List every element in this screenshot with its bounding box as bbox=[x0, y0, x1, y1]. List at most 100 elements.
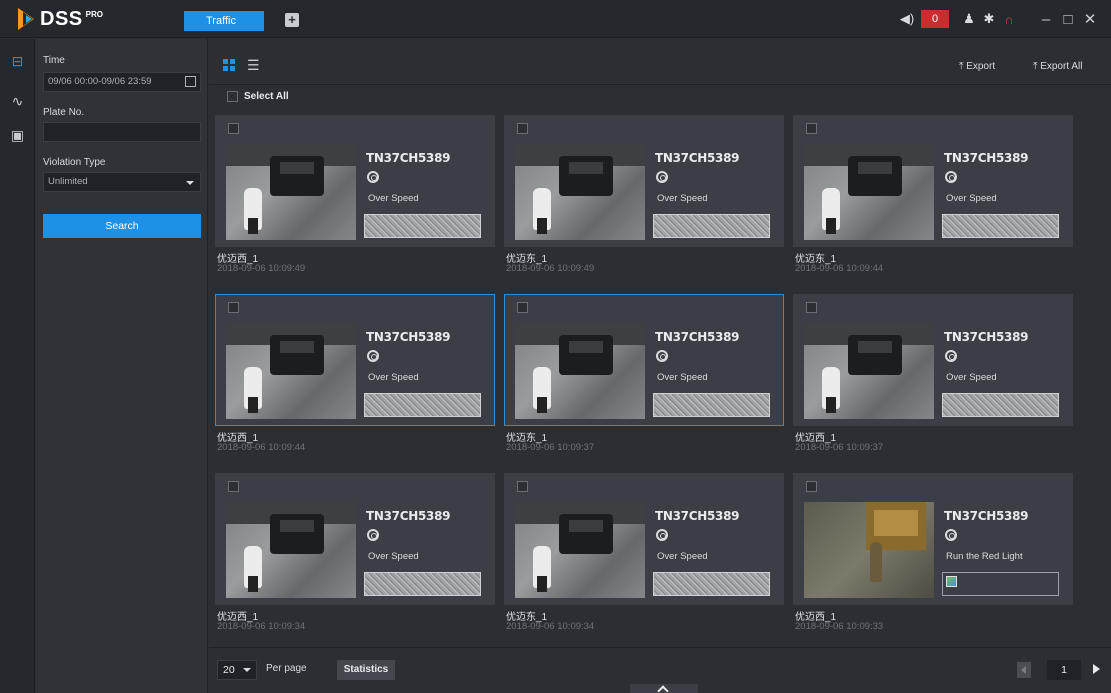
select-all-checkbox[interactable] bbox=[227, 91, 238, 102]
plate-image bbox=[364, 572, 481, 596]
capture-time: 2018-09-06 10:09:33 bbox=[795, 621, 884, 632]
record-card[interactable]: TN37CH5389 Over Speed bbox=[793, 294, 1073, 426]
per-page-value: 20 bbox=[223, 664, 235, 676]
left-icon-rail: ⊟ ∿ ▣ bbox=[0, 39, 35, 693]
capture-time: 2018-09-06 10:09:37 bbox=[506, 442, 595, 453]
capture-image[interactable] bbox=[515, 144, 645, 240]
record-checkbox[interactable] bbox=[228, 123, 239, 134]
grid-view-icon[interactable] bbox=[223, 59, 235, 71]
vehicle-record-icon[interactable]: ⊟ bbox=[9, 53, 26, 70]
speaker-icon[interactable]: ◀) bbox=[897, 11, 917, 27]
capture-image[interactable] bbox=[226, 144, 356, 240]
plate-input[interactable] bbox=[43, 122, 201, 142]
user-icon[interactable]: ♟ bbox=[959, 11, 979, 27]
next-page-icon[interactable] bbox=[1093, 664, 1100, 674]
plate-number: TN37CH5389 bbox=[366, 509, 451, 523]
violation-type: Over Speed bbox=[368, 372, 419, 383]
alarm-bell-icon[interactable]: ∩ bbox=[999, 12, 1019, 27]
title-bar-actions: ◀) 0 ♟ ✱ ∩ – □ ✕ bbox=[897, 9, 1101, 29]
violation-type-select[interactable]: Unlimited bbox=[43, 172, 201, 192]
violation-type: Over Speed bbox=[368, 551, 419, 562]
capture-image[interactable] bbox=[804, 323, 934, 419]
settings-icon[interactable]: ✱ bbox=[979, 11, 999, 27]
capture-image[interactable] bbox=[226, 502, 356, 598]
capture-time: 2018-09-06 10:09:34 bbox=[217, 621, 306, 632]
report-icon[interactable]: ▣ bbox=[9, 127, 26, 144]
record-card[interactable]: TN37CH5389 Over Speed bbox=[793, 115, 1073, 247]
plate-number: TN37CH5389 bbox=[366, 151, 451, 165]
minimize-icon[interactable]: – bbox=[1035, 11, 1057, 28]
time-range-input[interactable]: 09/06 00:00-09/06 23:59 bbox=[43, 72, 201, 92]
record-card[interactable]: TN37CH5389 Over Speed bbox=[215, 473, 495, 605]
capture-time: 2018-09-06 10:09:44 bbox=[217, 442, 306, 453]
violation-type: Over Speed bbox=[657, 551, 708, 562]
filter-panel: Time 09/06 00:00-09/06 23:59 Plate No. V… bbox=[36, 39, 208, 693]
plate-number: TN37CH5389 bbox=[944, 509, 1029, 523]
violation-type-value: Unlimited bbox=[48, 176, 88, 187]
per-page-select[interactable]: 20 bbox=[217, 660, 257, 680]
export-icon: ⤒ bbox=[959, 61, 964, 72]
previous-page-icon[interactable] bbox=[1017, 662, 1031, 678]
record-card[interactable]: TN37CH5389 Over Speed bbox=[504, 294, 784, 426]
title-bar: DSS PRO Traffic + ◀) 0 ♟ ✱ ∩ – □ ✕ bbox=[0, 0, 1111, 38]
calendar-icon[interactable] bbox=[185, 76, 196, 87]
plate-number: TN37CH5389 bbox=[944, 151, 1029, 165]
chevron-down-icon bbox=[243, 668, 251, 672]
alarm-count-badge[interactable]: 0 bbox=[921, 10, 949, 28]
violation-icon bbox=[367, 350, 379, 362]
list-view-icon[interactable]: ☰ bbox=[247, 57, 260, 74]
collapse-panel-icon[interactable] bbox=[630, 684, 698, 693]
flow-analysis-icon[interactable]: ∿ bbox=[9, 93, 26, 110]
violation-icon bbox=[367, 171, 379, 183]
plate-image bbox=[653, 393, 770, 417]
plate-image bbox=[942, 393, 1059, 417]
capture-time: 2018-09-06 10:09:49 bbox=[506, 263, 595, 274]
violation-type: Over Speed bbox=[657, 193, 708, 204]
statistics-button[interactable]: Statistics bbox=[337, 660, 395, 680]
broken-image-icon bbox=[946, 576, 957, 587]
plate-image bbox=[942, 572, 1059, 596]
capture-image[interactable] bbox=[515, 323, 645, 419]
record-card[interactable]: TN37CH5389 Over Speed bbox=[215, 294, 495, 426]
record-card[interactable]: TN37CH5389 Run the Red Light bbox=[793, 473, 1073, 605]
maximize-icon[interactable]: □ bbox=[1057, 11, 1079, 28]
violation-icon bbox=[945, 350, 957, 362]
export-label: Export bbox=[966, 61, 996, 72]
record-checkbox[interactable] bbox=[517, 123, 528, 134]
plate-number: TN37CH5389 bbox=[366, 330, 451, 344]
record-checkbox[interactable] bbox=[228, 302, 239, 313]
record-checkbox[interactable] bbox=[806, 123, 817, 134]
violation-icon bbox=[656, 350, 668, 362]
capture-time: 2018-09-06 10:09:49 bbox=[217, 263, 306, 274]
record-checkbox[interactable] bbox=[517, 302, 528, 313]
record-card[interactable]: TN37CH5389 Over Speed bbox=[215, 115, 495, 247]
plate-number: TN37CH5389 bbox=[655, 151, 740, 165]
export-all-button[interactable]: ⤒ Export All bbox=[1033, 61, 1082, 72]
capture-image[interactable] bbox=[226, 323, 356, 419]
record-checkbox[interactable] bbox=[517, 481, 528, 492]
plate-image bbox=[364, 393, 481, 417]
capture-image[interactable] bbox=[804, 502, 934, 598]
add-tab-icon[interactable]: + bbox=[285, 13, 299, 27]
time-range-value: 09/06 00:00-09/06 23:59 bbox=[48, 76, 152, 87]
chevron-down-icon bbox=[186, 181, 194, 185]
export-button[interactable]: ⤒ Export bbox=[959, 61, 995, 72]
export-all-label: Export All bbox=[1040, 61, 1083, 72]
record-card[interactable]: TN37CH5389 Over Speed bbox=[504, 473, 784, 605]
record-card[interactable]: TN37CH5389 Over Speed bbox=[504, 115, 784, 247]
plate-label: Plate No. bbox=[43, 107, 85, 118]
record-checkbox[interactable] bbox=[806, 302, 817, 313]
close-icon[interactable]: ✕ bbox=[1079, 10, 1101, 28]
violation-type: Over Speed bbox=[946, 372, 997, 383]
page-number-input[interactable]: 1 bbox=[1047, 660, 1081, 680]
search-button[interactable]: Search bbox=[43, 214, 201, 238]
record-checkbox[interactable] bbox=[806, 481, 817, 492]
tab-traffic[interactable]: Traffic bbox=[184, 11, 264, 31]
capture-time: 2018-09-06 10:09:37 bbox=[795, 442, 884, 453]
capture-image[interactable] bbox=[804, 144, 934, 240]
record-checkbox[interactable] bbox=[228, 481, 239, 492]
select-all-row: Select All bbox=[227, 91, 289, 102]
violation-type: Over Speed bbox=[368, 193, 419, 204]
capture-image[interactable] bbox=[515, 502, 645, 598]
scrollbar[interactable] bbox=[1105, 86, 1111, 636]
